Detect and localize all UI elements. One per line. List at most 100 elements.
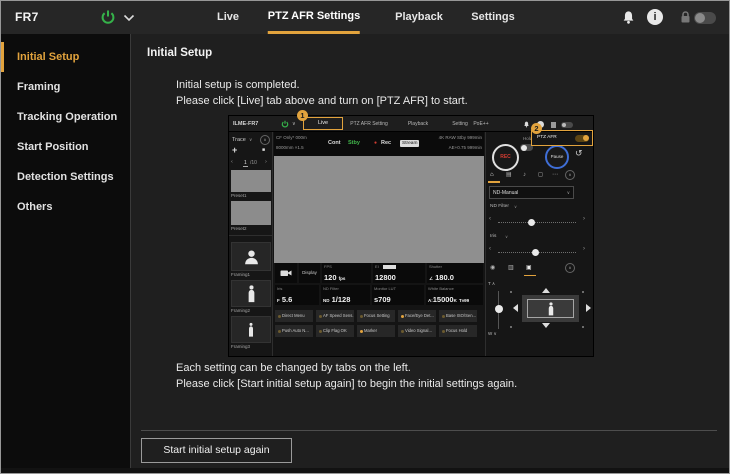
settings-sidebar: Initial Setup Framing Tracking Operation… [1,34,131,474]
sidebar-item-start-position[interactable]: Start Position [1,132,130,162]
sidebar-item-framing[interactable]: Framing [1,72,130,102]
audio-icon: ♪ [523,169,526,181]
mini-preset1-label: Preset1 [231,193,247,198]
person-full-icon [247,322,255,338]
mini-iris-box: Iris F 5.6 [275,285,319,305]
mini-nd-box: ND Filter ND 1/128 [321,285,370,305]
outro-text: Each setting can be changed by tabs on t… [176,361,517,392]
iris-chevron-down-icon: ∨ [505,234,508,239]
power-icon[interactable] [100,9,116,25]
mini-tab-live-highlight: Live [303,117,343,130]
lock-toggle[interactable] [694,12,716,24]
bottom-divider [141,430,717,431]
mini-chevron-down-icon: ∨ [292,116,296,132]
tab-playback[interactable]: Playback [395,1,443,34]
person-half-icon [246,285,257,303]
fn-video-signal: Video Signal... [398,325,436,337]
frame-select-icon: ▣ [526,262,532,274]
mini-bell-icon [523,121,530,128]
mini-lut-box: Monitor LUT s709 [372,285,424,305]
dpad-frame [522,295,579,322]
mini-function-buttons: Direct Menu AF Speed Sens. Focus Setting… [275,310,484,340]
mini-status-lens-line1: CF Only* 000m [276,135,307,140]
mini-ptz-afr-label: PTZ AFR [537,131,557,145]
sidebar-item-initial-setup[interactable]: Initial Setup [1,42,130,72]
fn-marker: Marker [357,325,395,337]
pan-up-arrow-icon [542,288,550,293]
nd-filter-label: ND Filter [490,204,509,209]
panel-collapse-chevron-up-icon: ∧ [565,170,575,180]
outro-line-1: Each setting can be changed by tabs on t… [176,361,517,377]
mini-page-total: /10 [250,160,257,166]
mini-framing3-label: Framing3 [231,344,250,349]
dpad-dot-sw [510,326,512,328]
camera-icon [280,269,292,277]
top-bar: FR7 Live PTZ AFR Settings Playback Setti… [1,1,729,34]
mini-preset2-thumbnail [231,201,271,225]
window-footer-strip [1,468,730,474]
mini-status-lens-line2: 8000mm ×1.5 [276,145,304,150]
info-icon[interactable]: i [647,9,663,25]
mini-status-cont: Cont [328,140,341,146]
focus-assist-icon: ◉ [490,262,495,274]
mini-tab-live: Live [318,120,328,126]
iris-slider-knob [532,249,539,256]
scene-icon: ▤ [506,169,512,181]
person-bust-icon [243,248,260,265]
mini-device-name: ILME-FR7 [233,116,258,132]
mini-framing2-thumbnail [231,280,271,307]
mini-camera-info: Display FPS 120 fps EI 12800 Shutter [275,263,484,307]
start-initial-setup-again-button[interactable]: Start initial setup again [141,438,292,463]
mini-page-number: 1 [243,160,248,167]
fr7-web-app-window: FR7 Live PTZ AFR Settings Playback Setti… [0,0,730,474]
fn-face-eye-det: Face/Eye Det... [398,310,436,322]
bars-icon: ▥ [508,262,514,274]
wide-label: W ∨ [488,331,497,337]
sidebar-item-tracking-operation[interactable]: Tracking Operation [1,102,130,132]
power-chevron-down-icon[interactable] [123,14,135,22]
mini-ptz-afr-toggle [575,135,589,142]
notifications-bell-icon[interactable] [621,10,636,25]
outro-line-2: Please click [Start initial setup again]… [176,377,517,393]
pan-left-arrow-icon [513,304,518,312]
frame-select-active-underline [524,275,536,277]
mini-status-rec: Rec [381,140,391,146]
nd-slider-track [498,222,576,223]
mini-reset-icon: ↺ [575,148,583,159]
mini-status-right1: 4K RAW Stby 999min [439,135,482,140]
mini-framing2-label: Framing2 [231,308,250,313]
live-ui-illustration: 1 2 ILME-FR7 ∨ Live PTZ AFR Setting Play… [229,116,593,356]
mini-framing3-thumbnail [231,316,271,343]
sidebar-item-detection-settings[interactable]: Detection Settings [1,162,130,192]
mini-status-stby: Stby [348,140,360,146]
tab-live[interactable]: Live [217,1,239,34]
mini-poe-status: PoE++ [473,116,488,132]
mini-power-icon [281,120,289,128]
fn-focus-hold: Focus Hold [439,325,477,337]
mini-tab-ptz-afr-setting: PTZ AFR Setting [350,116,388,132]
mini-rec-button: REC [492,144,519,171]
intro-line-1: Initial setup is completed. [176,78,468,94]
mini-trace-label: Trace [232,137,246,143]
iris-slider-left-icon: ‹ [489,246,491,252]
lock-icon [679,10,692,24]
mini-stop-icon: ■ [262,147,265,153]
mini-camera-icon-button [275,263,297,283]
sidebar-item-others[interactable]: Others [1,192,130,222]
panel2-collapse-chevron-up-icon: ∧ [565,263,575,273]
mini-status-right2: AE+0.75 999min [449,145,482,150]
tab-settings[interactable]: Settings [471,1,514,34]
mini-collapse-chevron-up-icon: ∧ [260,135,270,145]
mini-preset2-label: Preset2 [231,226,247,231]
mini-shutter-box: Shutter ∠ 180.0 [427,263,483,283]
intro-line-2: Please click [Live] tab above and turn o… [176,94,468,110]
mini-pager-next-icon: › [265,159,267,165]
dpad-dot-ne [582,291,584,293]
mini-video-preview [274,156,484,263]
tab-ptz-afr-settings[interactable]: PTZ AFR Settings [268,1,360,34]
dpad-dot-se [582,326,584,328]
dropdown-chevron-down-icon: ∨ [567,187,570,199]
fn-base-iso-sen: Base ISO/Sen... [439,310,477,322]
tele-label: T ∧ [488,281,495,287]
mini-lock-icon [551,122,556,128]
